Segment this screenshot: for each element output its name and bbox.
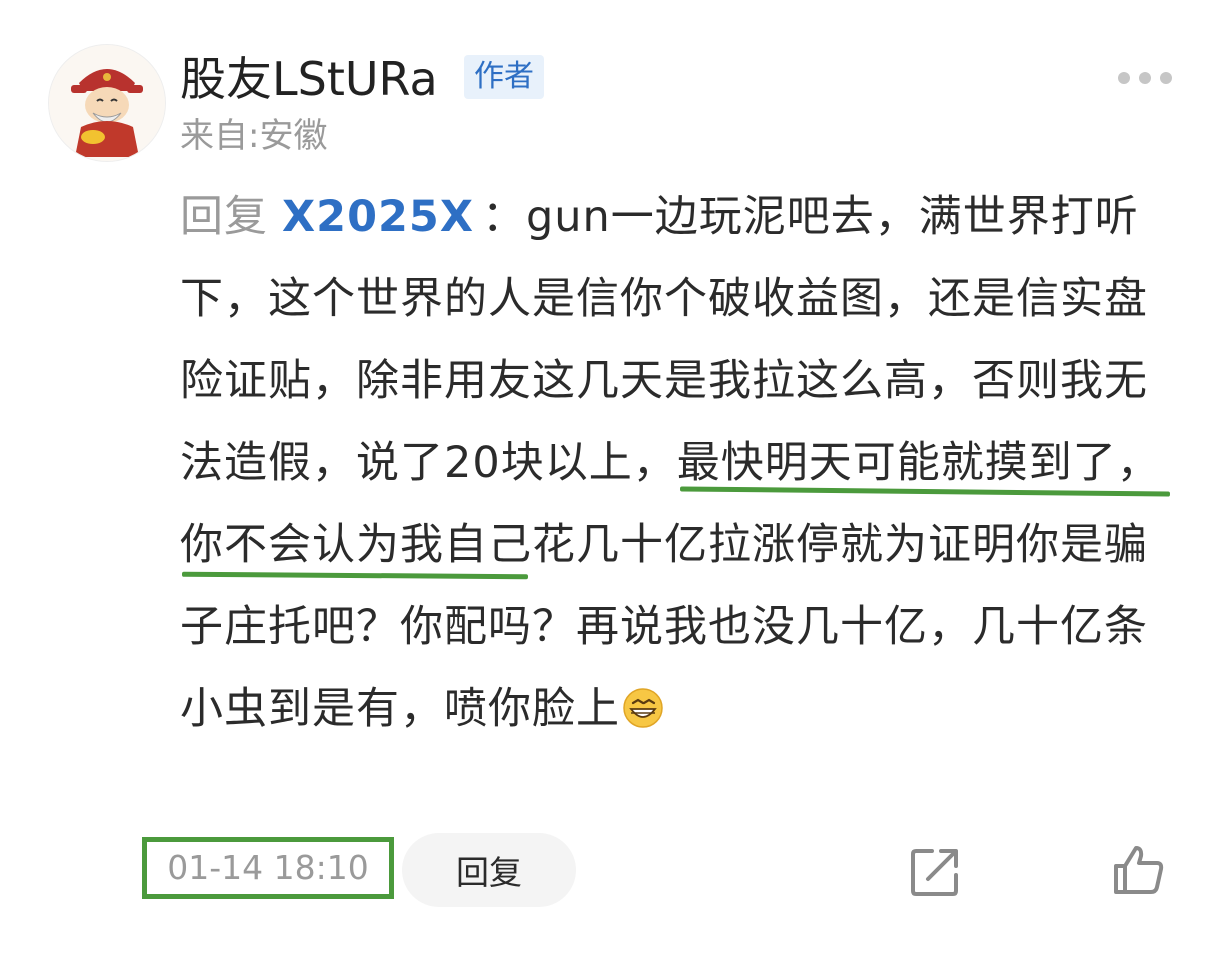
dot bbox=[1118, 72, 1130, 84]
share-icon[interactable] bbox=[908, 845, 962, 899]
dot bbox=[1139, 72, 1151, 84]
avatar[interactable] bbox=[48, 44, 166, 162]
thumbs-up-icon[interactable] bbox=[1110, 842, 1166, 898]
avatar-image bbox=[49, 45, 165, 161]
grinning-emoji-icon bbox=[623, 688, 663, 728]
more-dots-icon[interactable] bbox=[1118, 66, 1172, 90]
timestamp: 01-14 18:10 bbox=[142, 837, 394, 899]
dot bbox=[1160, 72, 1172, 84]
author-badge: 作者 bbox=[464, 55, 544, 99]
location-label: 来自:安徽 bbox=[180, 116, 328, 156]
mention-link[interactable]: X2025X bbox=[282, 192, 474, 242]
reply-prefix: 回复 bbox=[180, 192, 268, 242]
reply-button[interactable]: 回复 bbox=[402, 833, 576, 907]
username[interactable]: 股友LStURa bbox=[180, 50, 438, 108]
comment-text: ：gun一边玩泥吧去，满世界打听下，这个世界的人是信你个破收益图，还是信实盘险证… bbox=[180, 192, 1161, 734]
comment-body: 回复 X2025X ：gun一边玩泥吧去，满世界打听下，这个世界的人是信你个破收益图… bbox=[180, 176, 1180, 750]
